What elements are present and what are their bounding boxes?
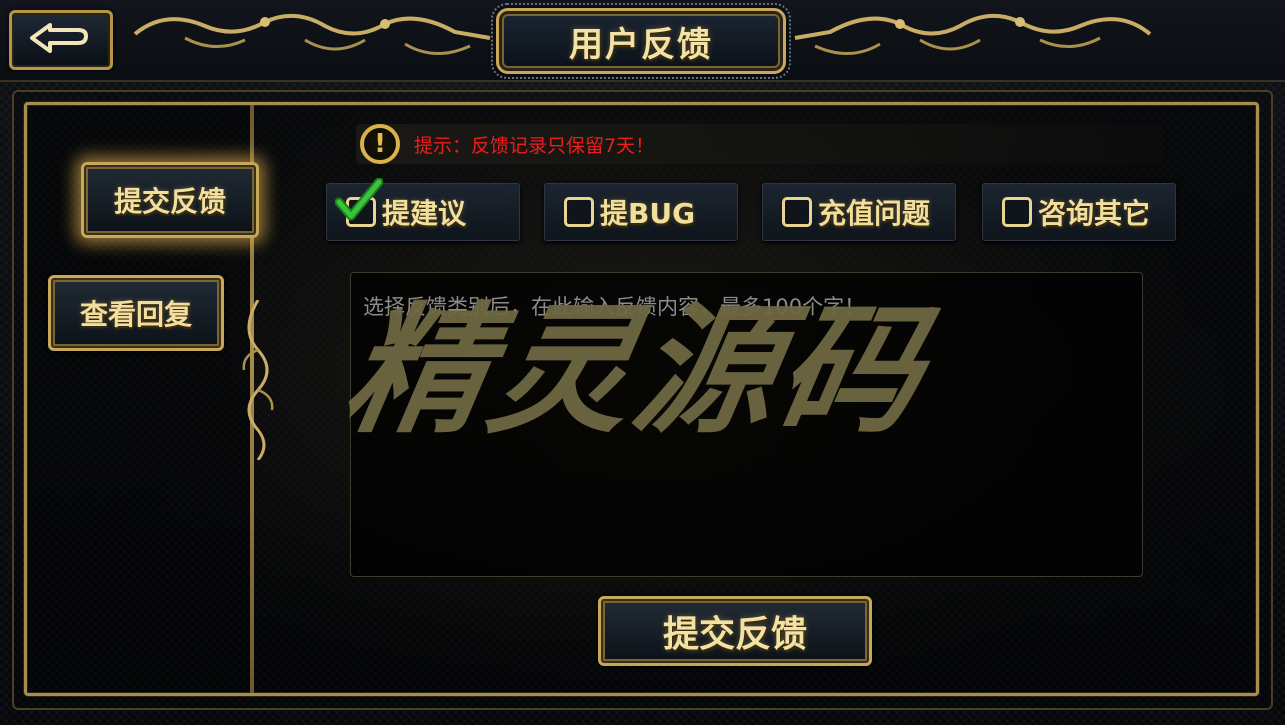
header-bar: 用户反馈 [0, 0, 1285, 82]
category-recharge[interactable]: 充值问题 [762, 183, 956, 241]
category-other[interactable]: 咨询其它 [982, 183, 1176, 241]
notice-bar: ! 提示：反馈记录只保留7天！ [356, 124, 1164, 164]
right-ornament [794, 13, 1152, 56]
page-title: 用户反馈 [569, 24, 713, 65]
category-checkbox[interactable] [564, 197, 594, 227]
sidebar-item-view-replies[interactable]: 查看回复 [48, 275, 224, 351]
category-checkbox[interactable] [1002, 197, 1032, 227]
warning-icon: ! [360, 124, 400, 164]
divider-ornament [242, 300, 274, 460]
feedback-input[interactable]: 选择反馈类别后，在此输入反馈内容，最多100个字！ [350, 272, 1143, 577]
sidebar-item-label: 查看回复 [79, 298, 192, 331]
category-label: 咨询其它 [1038, 197, 1151, 230]
left-ornament [133, 13, 491, 56]
category-checkbox[interactable] [782, 197, 812, 227]
submit-button-label: 提交反馈 [662, 614, 807, 655]
title-plate: 用户反馈 [491, 3, 791, 79]
feedback-placeholder: 选择反馈类别后，在此输入反馈内容，最多100个字！ [363, 295, 866, 319]
check-mark-icon [335, 178, 383, 221]
back-button[interactable] [9, 10, 113, 70]
return-arrow-icon [30, 23, 88, 53]
category-bug[interactable]: 提BUG [544, 183, 738, 241]
category-label: 提建议 [382, 197, 467, 230]
sidebar-item-label: 提交反馈 [113, 185, 226, 218]
category-suggestion[interactable]: 提建议 [326, 178, 520, 241]
sidebar-item-submit-feedback[interactable]: 提交反馈 [81, 162, 259, 238]
category-label: 充值问题 [818, 197, 931, 230]
notice-text: 提示：反馈记录只保留7天！ [414, 134, 655, 157]
submit-button[interactable]: 提交反馈 [598, 596, 872, 666]
category-checkbox[interactable] [335, 178, 383, 227]
category-label: 提BUG [600, 197, 696, 230]
